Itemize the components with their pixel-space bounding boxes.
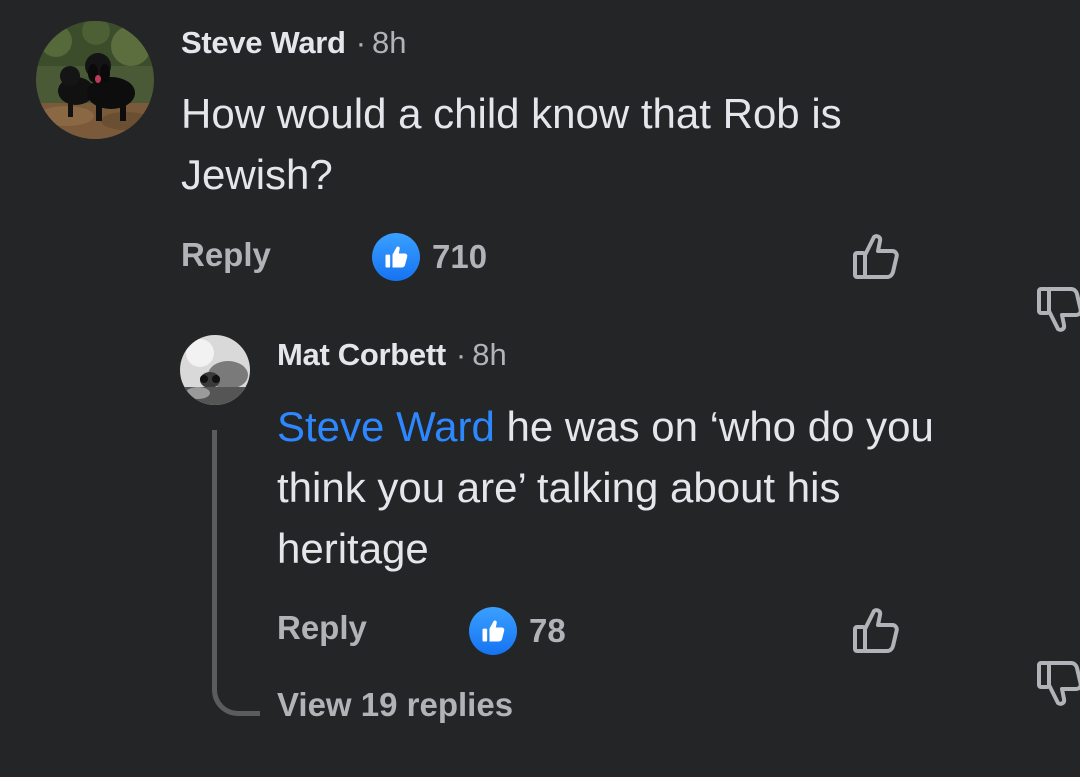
comment-header: Steve Ward · 8h xyxy=(181,25,407,61)
author-name[interactable]: Steve Ward xyxy=(181,25,346,60)
like-count[interactable]: 78 xyxy=(529,611,566,651)
avatar-mat-corbett[interactable] xyxy=(180,335,250,405)
reply-text-line: think you are’ talking about his xyxy=(277,464,841,511)
thumbs-up-icon xyxy=(469,607,517,655)
reply-body: Steve Ward he was on ‘who do you think y… xyxy=(277,396,934,579)
reply-text-line: heritage xyxy=(277,525,429,572)
reply-text-fragment: he was on ‘who do you xyxy=(494,403,934,450)
reply-header: Mat Corbett · 8h xyxy=(277,337,507,373)
reply-button[interactable]: Reply xyxy=(277,608,367,648)
author-name[interactable]: Mat Corbett xyxy=(277,337,446,372)
thread-connector-line xyxy=(212,430,260,716)
like-count[interactable]: 710 xyxy=(432,237,487,277)
reply-text-line: Steve Ward he was on ‘who do you xyxy=(277,396,934,457)
view-replies-link[interactable]: View 19 replies xyxy=(277,685,513,725)
mention-link[interactable]: Steve Ward xyxy=(277,403,495,450)
comment-text-line: How would a child know that Rob is xyxy=(181,90,842,137)
thumbs-up-outline-icon[interactable] xyxy=(851,232,901,282)
comment-text-line: Jewish? xyxy=(181,151,333,198)
comment-body: How would a child know that Rob is Jewis… xyxy=(181,83,842,205)
avatar-steve-ward[interactable] xyxy=(36,21,154,139)
thumbs-up-outline-icon[interactable] xyxy=(851,606,901,656)
thumbs-down-outline-icon[interactable] xyxy=(985,234,1080,332)
timestamp: 8h xyxy=(472,337,507,372)
thumbs-down-outline-icon[interactable] xyxy=(985,608,1080,706)
reply-button[interactable]: Reply xyxy=(181,235,271,275)
separator-dot: · xyxy=(355,25,367,60)
thumbs-up-icon xyxy=(372,233,420,281)
separator-dot: · xyxy=(455,337,467,372)
timestamp: 8h xyxy=(372,25,407,60)
